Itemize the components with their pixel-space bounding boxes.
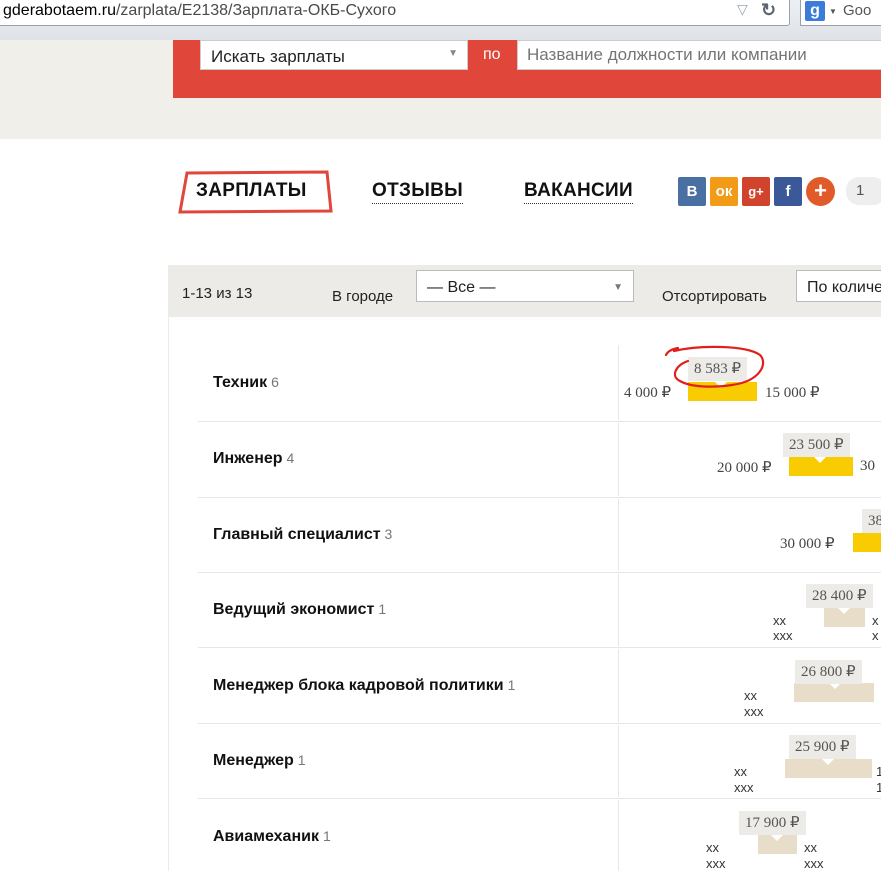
salary-count: 1	[322, 828, 331, 844]
salary-max-hidden: 1	[876, 764, 881, 779]
job-title: Главный специалист	[213, 526, 381, 543]
salary-average: 23 500 ₽	[783, 433, 850, 457]
by-label: по	[483, 46, 501, 63]
row-divider	[198, 572, 881, 573]
salary-count: 4	[286, 450, 295, 466]
job-title-link[interactable]: Менеджер блока кадровой политики 1	[213, 677, 515, 695]
salary-count: 3	[384, 526, 393, 542]
row-divider	[198, 421, 881, 422]
job-search-input[interactable]	[517, 40, 881, 70]
job-title-link[interactable]: Инженер 4	[213, 450, 294, 468]
salary-min-hidden: xx	[706, 840, 719, 855]
average-marker	[771, 835, 783, 841]
column-divider	[618, 725, 619, 797]
job-title: Авиамеханик	[213, 828, 319, 845]
average-marker	[822, 759, 834, 765]
salary-range-bar	[853, 533, 881, 552]
sort-value: По количеству	[807, 279, 881, 296]
facebook-share-icon[interactable]: f	[774, 177, 802, 206]
salary-max-hidden: x	[872, 613, 879, 628]
result-count: 1-13 из 13	[182, 285, 253, 302]
average-marker	[838, 608, 850, 614]
job-title: Менеджер	[213, 752, 294, 769]
chevron-down-icon: ▼	[613, 282, 623, 293]
job-title-link[interactable]: Менеджер 1	[213, 752, 306, 770]
job-title: Техник	[213, 374, 268, 391]
city-value: — Все —	[427, 279, 496, 296]
search-mode-value: Искать зарплаты	[211, 47, 345, 66]
job-title-link[interactable]: Ведущий экономист 1	[213, 601, 386, 619]
url-path: /zarplata/E2138/Зарплата-ОКБ-Сухого	[115, 2, 397, 19]
salary-max-hidden: x	[872, 628, 879, 643]
salary-min: 30 000 ₽	[780, 536, 835, 552]
salary-min-hidden: xx	[744, 688, 757, 703]
city-label: В городе	[332, 288, 394, 305]
salary-count: 1	[378, 601, 387, 617]
salary-min: 20 000 ₽	[717, 460, 772, 476]
row-divider	[198, 647, 881, 648]
salary-min-hidden: xxx	[706, 856, 726, 871]
column-divider	[618, 423, 619, 496]
more-share-icon[interactable]: +	[806, 177, 835, 206]
salary-min-hidden: xx	[773, 613, 786, 628]
column-divider	[618, 800, 619, 871]
tab-salaries[interactable]: ЗАРПЛАТЫ	[178, 170, 333, 214]
column-divider	[618, 649, 619, 722]
url-host: gderabotaem.ru	[3, 2, 116, 19]
search-mode-select[interactable]: Искать зарплаты ▼	[200, 40, 468, 70]
job-title: Ведущий экономист	[213, 601, 375, 618]
tab-salaries-label: ЗАРПЛАТЫ	[196, 180, 307, 201]
salary-count: 6	[271, 374, 279, 390]
salary-min-hidden: xx	[734, 764, 747, 779]
reload-icon[interactable]: ↻	[761, 0, 776, 21]
salary-max: 30	[860, 458, 875, 474]
tab-vacancies[interactable]: ВАКАНСИИ	[524, 180, 633, 204]
column-divider	[618, 345, 619, 420]
salary-count: 1	[507, 677, 516, 693]
engine-dropdown-icon[interactable]: ▼	[829, 7, 837, 16]
salary-max-hidden: 1	[876, 780, 881, 795]
odnoklassniki-share-icon[interactable]: ок	[710, 177, 738, 206]
history-dropdown-icon[interactable]: ▽	[737, 1, 748, 18]
google-logo-icon[interactable]: g	[805, 1, 825, 21]
sort-label: Отсортировать	[662, 288, 767, 305]
column-divider	[618, 574, 619, 646]
google-plus-share-icon[interactable]: g+	[742, 177, 770, 206]
job-title-link[interactable]: Главный специалист 3	[213, 526, 392, 544]
share-count: 1	[846, 177, 881, 205]
tab-reviews[interactable]: ОТЗЫВЫ	[372, 180, 464, 204]
browser-toolbar: gderabotaem.ru/zarplata/E2138/Зарплата-О…	[0, 0, 881, 41]
city-select[interactable]: — Все — ▼	[416, 270, 634, 302]
sort-select[interactable]: По количеству	[796, 270, 881, 302]
salary-max: 15 000 ₽	[765, 385, 820, 401]
average-marker	[814, 457, 826, 463]
salary-count: 1	[297, 752, 306, 768]
salary-max-hidden: xxx	[804, 856, 824, 871]
address-url: gderabotaem.ru/zarplata/E2138/Зарплата-О…	[3, 2, 396, 20]
salary-average: 17 900 ₽	[739, 811, 806, 835]
salary-max-hidden: xx	[804, 840, 817, 855]
salary-average: 26 800 ₽	[795, 660, 862, 684]
job-title: Менеджер блока кадровой политики	[213, 677, 504, 694]
row-divider	[198, 798, 881, 799]
address-bar[interactable]: gderabotaem.ru/zarplata/E2138/Зарплата-О…	[0, 0, 790, 26]
job-title: Инженер	[213, 450, 283, 467]
column-divider	[618, 499, 619, 571]
salary-average: 38	[862, 509, 881, 533]
job-title-link[interactable]: Авиамеханик 1	[213, 828, 331, 846]
row-divider	[198, 723, 881, 724]
salary-min-hidden: xxx	[734, 780, 754, 795]
job-title-link[interactable]: Техник 6	[213, 374, 279, 392]
salary-min-hidden: xxx	[744, 704, 764, 719]
search-engine-name: Goo	[843, 2, 872, 19]
chevron-down-icon: ▼	[448, 48, 458, 59]
hand-drawn-circle-annotation	[664, 345, 765, 388]
row-divider	[198, 497, 881, 498]
browser-search-box[interactable]: g ▼ Goo	[800, 0, 881, 26]
vk-share-icon[interactable]: В	[678, 177, 706, 206]
salary-average: 25 900 ₽	[789, 735, 856, 759]
salary-average: 28 400 ₽	[806, 584, 873, 608]
salary-min-hidden: xxx	[773, 628, 793, 643]
